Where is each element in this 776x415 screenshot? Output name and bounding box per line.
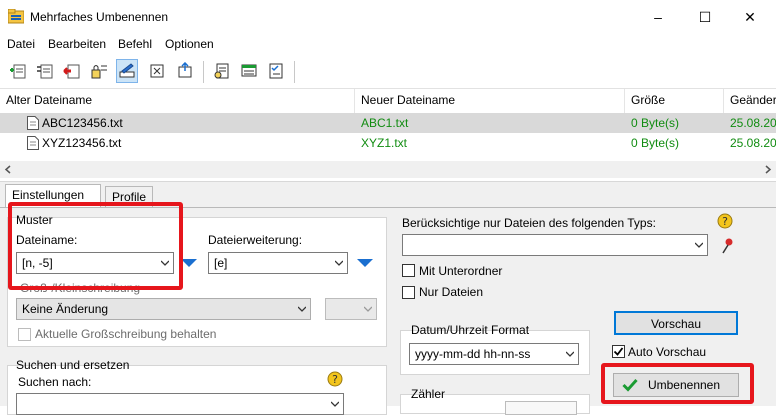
rename-rule-icon[interactable] (88, 59, 110, 83)
ext-label: Dateierweiterung: (208, 233, 303, 247)
chevron-down-icon (331, 401, 339, 407)
chevron-down-icon (364, 306, 372, 312)
checklist-icon[interactable] (265, 59, 287, 83)
insert-placeholder-icon[interactable] (357, 259, 373, 267)
svg-text:?: ? (332, 373, 338, 386)
file-size: 0 Byte(s) (631, 116, 680, 130)
svg-text:?: ? (722, 215, 728, 228)
menu-datei[interactable]: Datei (7, 37, 35, 51)
scroll-left-icon[interactable] (4, 165, 12, 174)
auto-preview-checkbox[interactable] (612, 345, 625, 358)
move-icon[interactable] (174, 59, 196, 83)
search-replace-title: Suchen und ersetzen (16, 358, 130, 372)
table-row[interactable]: XYZ123456.txt XYZ1.txt 0 Byte(s) 25.08.2… (0, 133, 776, 153)
scroll-right-icon[interactable] (764, 165, 772, 174)
old-filename: ABC123456.txt (42, 116, 123, 130)
toolbar-separator (294, 61, 295, 83)
preview-list-icon[interactable] (238, 59, 260, 83)
menu-bearbeiten[interactable]: Bearbeiten (48, 37, 106, 51)
file-icon (27, 116, 39, 130)
subfolder-checkbox[interactable] (402, 264, 415, 277)
case-select[interactable]: Keine Änderung (16, 298, 311, 320)
column-header-modified[interactable]: Geänder (730, 93, 776, 107)
highlight-muster-box (8, 202, 183, 290)
chevron-down-icon (695, 242, 703, 248)
window-title: Mehrfaches Umbenennen (30, 10, 169, 24)
remove-icon[interactable] (61, 59, 83, 83)
subfolder-label: Mit Unterordner (419, 264, 503, 278)
help-icon[interactable]: ? (327, 371, 343, 387)
datetime-value: yyyy-mm-dd hh-nn-ss (415, 347, 531, 361)
column-divider[interactable] (723, 89, 724, 113)
toolbar-separator (203, 61, 204, 83)
menu-befehl[interactable]: Befehl (118, 37, 152, 51)
only-files-checkbox[interactable] (402, 286, 415, 299)
counter-label: Zähler (411, 387, 446, 401)
chevron-down-icon (335, 260, 343, 266)
title-bar: Mehrfaches Umbenennen – ☐ ✕ (0, 0, 776, 34)
text-doc-icon[interactable] (211, 59, 233, 83)
menu-optionen[interactable]: Optionen (165, 37, 214, 51)
filter-label: Berücksichtige nur Dateien des folgenden… (402, 216, 656, 230)
filter-type-select[interactable] (402, 234, 708, 256)
add-files-icon[interactable] (7, 59, 29, 83)
edit-pattern-icon[interactable] (116, 59, 138, 83)
keep-case-label: Aktuelle Großschreibung behalten (35, 327, 217, 341)
column-header-new-name[interactable]: Neuer Dateiname (361, 93, 455, 107)
search-input[interactable] (16, 393, 344, 415)
keep-case-checkbox[interactable] (18, 328, 31, 341)
file-icon (27, 136, 39, 150)
chevron-down-icon (566, 351, 574, 357)
file-size: 0 Byte(s) (631, 136, 680, 150)
datetime-format-select[interactable]: yyyy-mm-dd hh-nn-ss (409, 343, 579, 365)
minimize-button[interactable]: – (648, 8, 668, 26)
new-filename: ABC1.txt (361, 116, 409, 130)
check-icon (613, 347, 624, 356)
app-icon (8, 9, 24, 24)
column-header-size[interactable]: Größe (631, 93, 665, 107)
new-filename: XYZ1.txt (361, 136, 408, 150)
column-divider[interactable] (624, 89, 625, 113)
maximize-button[interactable]: ☐ (695, 8, 715, 26)
case-option-select[interactable] (325, 298, 377, 320)
column-divider[interactable] (354, 89, 355, 113)
search-label: Suchen nach: (18, 375, 92, 389)
picker-icon[interactable] (720, 238, 734, 254)
ext-input[interactable]: [e] (208, 252, 348, 274)
file-date: 25.08.20 (730, 136, 776, 150)
highlight-rename-box (601, 363, 754, 404)
column-header-old-name[interactable]: Alter Dateiname (6, 93, 92, 107)
toolbar (0, 55, 776, 89)
add-folder-icon[interactable] (34, 59, 56, 83)
auto-preview-label: Auto Vorschau (628, 345, 707, 359)
only-files-label: Nur Dateien (419, 285, 484, 299)
file-date: 25.08.20 (730, 116, 776, 130)
preview-button[interactable]: Vorschau (614, 311, 738, 335)
insert-placeholder-icon[interactable] (181, 259, 197, 267)
ext-value: [e] (214, 256, 228, 270)
horizontal-scrollbar[interactable] (0, 161, 776, 178)
counter-start-input[interactable] (505, 401, 577, 415)
close-button[interactable]: ✕ (740, 8, 760, 26)
case-value: Keine Änderung (22, 302, 109, 316)
help-icon[interactable]: ? (717, 213, 733, 229)
chevron-down-icon (298, 306, 306, 312)
table-row[interactable]: ABC123456.txt ABC1.txt 0 Byte(s) 25.08.2… (0, 113, 776, 133)
old-filename: XYZ123456.txt (42, 136, 122, 150)
lock-icon[interactable] (146, 59, 168, 83)
datetime-label: Datum/Uhrzeit Format (411, 323, 530, 337)
menu-bar: Datei Bearbeiten Befehl Optionen (0, 34, 776, 54)
